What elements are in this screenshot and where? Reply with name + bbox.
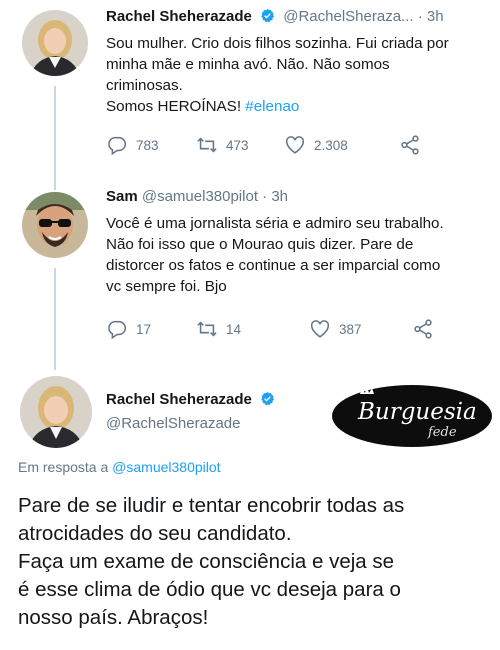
tweet-text-segment: Somos HEROÍNAS! xyxy=(106,98,242,115)
tweet-header: Sam @samuel380pilot · 3h xyxy=(106,188,288,205)
author-handle[interactable]: @RachelSherazade xyxy=(106,415,240,432)
author-handle[interactable]: @RachelSheraza... xyxy=(283,8,413,25)
reply-mention-link[interactable]: @samuel380pilot xyxy=(112,459,220,475)
like-button[interactable]: 387 xyxy=(309,318,362,340)
tweet-actions: 783 473 2.308 xyxy=(106,134,486,158)
retweet-button[interactable]: 14 xyxy=(196,318,241,340)
reply-count: 783 xyxy=(136,137,159,153)
reply-prefix: Em resposta a xyxy=(18,459,109,475)
avatar[interactable] xyxy=(22,192,88,258)
tweet-text: Você é uma jornalista séria e admiro seu… xyxy=(106,213,491,297)
reply-button[interactable]: 783 xyxy=(106,134,159,156)
reply-button[interactable]: 17 xyxy=(106,318,151,340)
tweet-text-line: Você é uma jornalista séria e admiro seu… xyxy=(106,215,444,232)
tweet-actions: 17 14 387 xyxy=(106,318,486,342)
tweet[interactable]: Sam @samuel380pilot · 3h Você é uma jorn… xyxy=(0,180,500,360)
tweet-text-line: Pare de se iludir e tentar encobrir toda… xyxy=(18,494,405,517)
tweet-text-line: Faça um exame de consciência e veja se xyxy=(18,550,395,573)
author-name[interactable]: Rachel Sheherazade xyxy=(106,8,252,25)
author-name[interactable]: Sam xyxy=(106,188,138,205)
heart-icon xyxy=(285,136,305,154)
tweet-text-line: nosso país. Abraços! xyxy=(18,606,209,629)
reply-context: Em resposta a @samuel380pilot xyxy=(18,459,221,475)
retweet-icon xyxy=(197,321,217,337)
share-icon xyxy=(401,135,419,155)
tweet-text-line: atrocidades do seu candidato. xyxy=(18,522,292,545)
retweet-count: 473 xyxy=(226,137,249,153)
focused-tweet-header: Rachel Sheherazade xyxy=(106,391,279,408)
focused-tweet-text: Pare de se iludir e tentar encobrir toda… xyxy=(18,492,493,632)
tweet-text-line: vc sempre foi. Bjo xyxy=(106,278,227,295)
tweet-text-line: minha mãe e minha avó. Não. Não somos xyxy=(106,56,390,73)
watermark-line-2: fede xyxy=(427,425,457,440)
like-count: 2.308 xyxy=(314,137,348,153)
retweet-button[interactable]: 473 xyxy=(196,134,249,156)
focused-tweet-handle-line: @RachelSherazade xyxy=(106,415,240,432)
tweet-time[interactable]: · 3h xyxy=(262,188,288,205)
watermark-logo: Burguesia fede xyxy=(330,378,495,450)
tweet-text-line: criminosas. xyxy=(106,77,183,94)
tweet-text-line: é esse clima de ódio que vc deseja para … xyxy=(18,578,401,601)
share-icon xyxy=(414,319,432,339)
avatar[interactable] xyxy=(22,10,88,76)
heart-icon xyxy=(310,320,330,338)
tweet-time[interactable]: · 3h xyxy=(418,8,444,25)
tweet-text-line: Sou mulher. Crio dois filhos sozinha. Fu… xyxy=(106,35,449,52)
tweet-text-line: Somos HEROÍNAS! #elenao xyxy=(106,96,491,117)
author-name[interactable]: Rachel Sheherazade xyxy=(106,391,252,408)
hashtag-link[interactable]: #elenao xyxy=(245,98,299,115)
retweet-icon xyxy=(197,137,217,153)
tweet-header: Rachel Sheherazade @RachelSheraza... · 3… xyxy=(106,8,444,25)
verified-badge-icon xyxy=(261,8,275,23)
watermark-line-1: Burguesia xyxy=(357,399,477,425)
reply-count: 17 xyxy=(136,321,152,337)
reply-icon xyxy=(108,320,127,340)
tweet-text: Sou mulher. Crio dois filhos sozinha. Fu… xyxy=(106,33,491,117)
tweet-text-line: Não foi isso que o Mourao quis dizer. Pa… xyxy=(106,236,414,253)
verified-badge-icon xyxy=(261,391,275,406)
share-button[interactable] xyxy=(412,318,434,340)
avatar[interactable] xyxy=(20,376,92,448)
reply-icon xyxy=(108,136,127,156)
retweet-count: 14 xyxy=(226,321,242,337)
tweet-text-line: distorcer os fatos e continue a ser impa… xyxy=(106,257,441,274)
like-count: 387 xyxy=(339,321,362,337)
share-button[interactable] xyxy=(399,134,421,156)
author-handle[interactable]: @samuel380pilot xyxy=(142,188,258,205)
like-button[interactable]: 2.308 xyxy=(284,134,348,156)
tweet[interactable]: Rachel Sheherazade @RachelSheraza... · 3… xyxy=(0,0,500,180)
